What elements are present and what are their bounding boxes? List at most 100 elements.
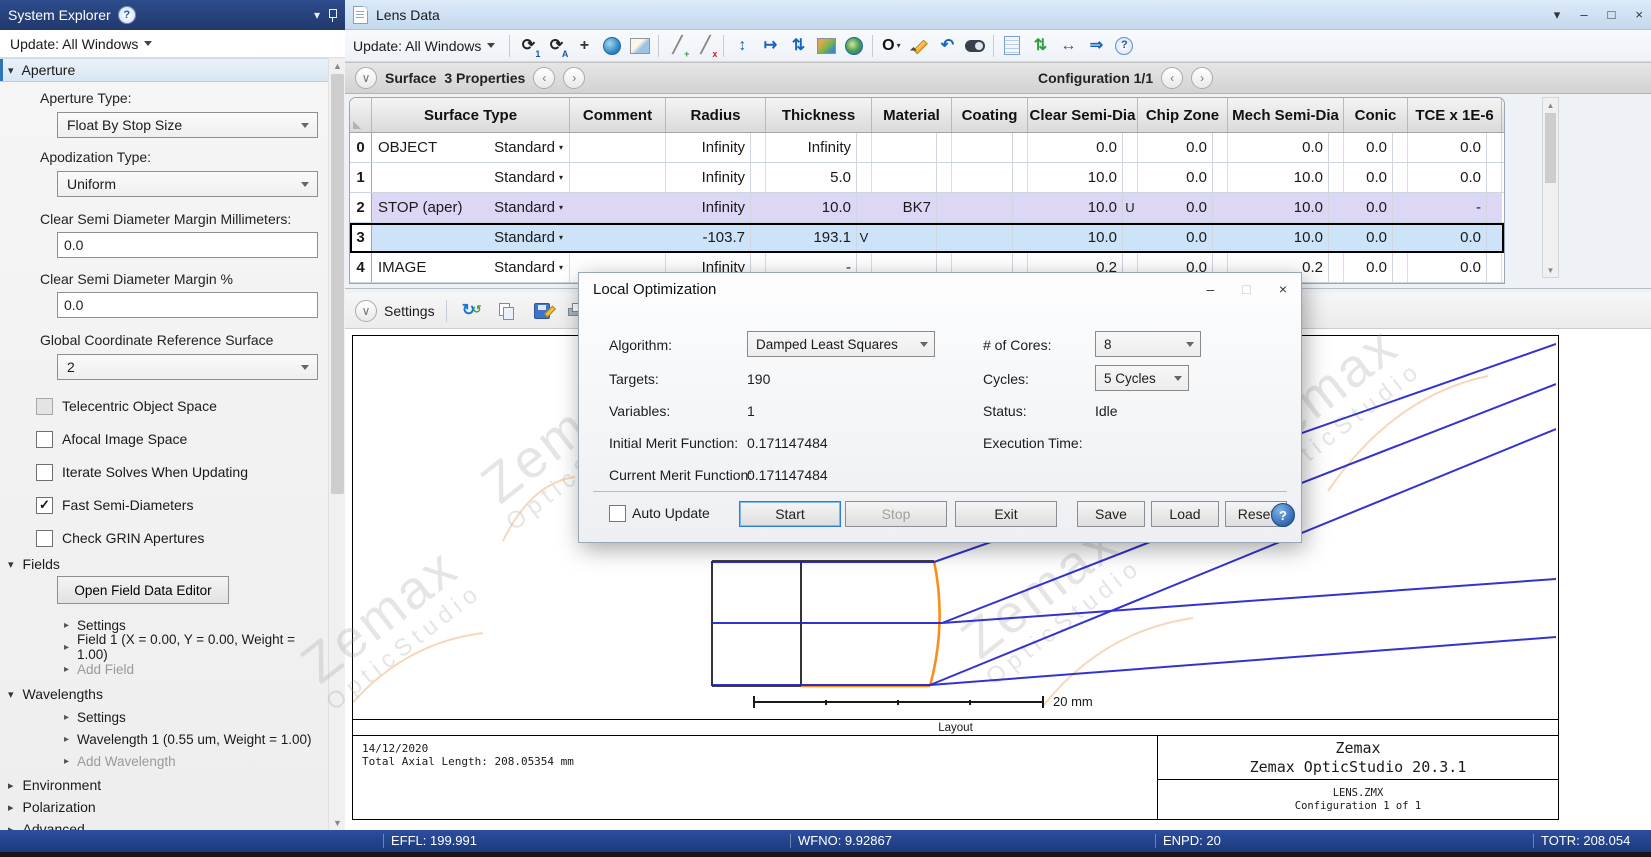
refresh-icon[interactable]: ↻ ↺ (459, 298, 485, 324)
cell-tce[interactable]: 0.0 (1408, 223, 1502, 252)
expand-arrow-icon[interactable]: ▸ (64, 620, 69, 631)
insert-after-icon[interactable]: ↦ (757, 33, 783, 59)
cell-mech[interactable]: 10.0 (1228, 163, 1344, 192)
cell-mech[interactable]: 10.0 (1228, 193, 1344, 222)
surface-type-value[interactable]: Standard (494, 169, 555, 186)
solve-flag[interactable] (1392, 193, 1407, 222)
update-all-icon[interactable]: ⟳ A (543, 33, 569, 59)
cell-clear[interactable]: 0.0 (1028, 133, 1138, 162)
row-number[interactable]: 4 (350, 253, 372, 282)
cell-tce[interactable]: 0.0 (1408, 253, 1502, 282)
expand-arrow-icon[interactable]: ▸ (64, 756, 69, 767)
expand-arrow-icon[interactable]: ▸ (64, 734, 69, 745)
cell-thickness[interactable]: 10.0 (766, 193, 872, 222)
explorer-update-dropdown[interactable]: Update: All Windows (0, 30, 345, 58)
checkbox-icon[interactable] (36, 463, 53, 481)
go-arrow-icon[interactable]: ⇒ (1083, 33, 1109, 59)
tree-item-wavelength-1-0-55-um-weight-1-00[interactable]: ▸ Wavelength 1 (0.55 um, Weight = 1.00) (0, 728, 328, 750)
checkbox-iterate-solves-when-updating[interactable]: Iterate Solves When Updating (36, 462, 248, 482)
expand-arrow-icon[interactable]: ▸ (64, 642, 69, 653)
section-environment[interactable]: ▸ Environment (0, 774, 328, 796)
open-field-data-editor-button[interactable]: Open Field Data Editor (57, 576, 229, 604)
scroll-down-icon[interactable]: ▼ (329, 815, 346, 830)
table-header-radius[interactable]: Radius (666, 98, 766, 132)
surface-type-value[interactable]: Standard (494, 259, 555, 276)
solve-flag[interactable] (1328, 253, 1343, 282)
lens-update-dropdown[interactable]: Update: All Windows (353, 38, 496, 54)
solve-flag[interactable] (936, 193, 951, 222)
coated-globe-icon[interactable] (841, 33, 867, 59)
solve-flag[interactable] (936, 223, 951, 252)
help-icon[interactable]: ? (1111, 33, 1137, 59)
double-arrows-icon[interactable]: ↔ (1055, 33, 1081, 59)
table-row-surface-1[interactable]: 1 Standard ▾ Infinity 5.0 10.0 0.0 10.0 0.0 0.0 (350, 163, 1504, 193)
checkbox-icon[interactable]: ✓ (36, 496, 53, 514)
table-row-surface-2[interactable]: 2 STOP (aper) Standard ▾ Infinity 10.0 BK7 10.0… (350, 193, 1504, 223)
cell-coating[interactable] (952, 133, 1028, 162)
table-row-surface-0[interactable]: 0 OBJECT Standard ▾ Infinity Infinity 0.0 0.0 0.… (350, 133, 1504, 163)
auto-update-checkbox[interactable] (609, 505, 626, 522)
surface-type-value[interactable]: Standard (494, 229, 555, 246)
cores-select[interactable]: 8 (1095, 331, 1201, 357)
solve-flag[interactable] (1486, 193, 1501, 222)
solve-flag[interactable] (1012, 163, 1027, 192)
cell-thickness[interactable]: Infinity (766, 133, 872, 162)
surface-type-value[interactable]: Standard (494, 199, 555, 216)
scrollbar-thumb[interactable] (331, 74, 344, 494)
solve-flag[interactable] (1212, 133, 1227, 162)
tree-item-add-wavelength[interactable]: ▸ Add Wavelength (0, 750, 328, 772)
solve-flag[interactable] (1212, 193, 1227, 222)
aperture-type-select[interactable]: Float By Stop Size (57, 112, 318, 138)
collapse-arrow-icon[interactable]: ▾ (8, 64, 14, 77)
solve-flag[interactable] (936, 163, 951, 192)
table-header-tce-x-1e-6[interactable]: TCE x 1E-6 (1408, 98, 1502, 132)
row-number[interactable]: 1 (350, 163, 372, 192)
section-fields[interactable]: ▾ Fields (8, 556, 60, 572)
cell-radius[interactable]: Infinity (666, 133, 766, 162)
help-icon[interactable]: ? (117, 6, 136, 24)
solve-flag[interactable] (1328, 223, 1343, 252)
globe-icon[interactable] (599, 33, 625, 59)
cell-radius[interactable]: -103.7 (666, 223, 766, 252)
expand-arrow-icon[interactable]: ▸ (8, 779, 14, 792)
collapse-arrow-icon[interactable]: ▾ (8, 558, 14, 571)
move-crosshair-icon[interactable]: + (571, 33, 597, 59)
table-header-material[interactable]: Material (872, 98, 952, 132)
cell-mech[interactable]: 0.0 (1228, 133, 1344, 162)
swap-surfaces-icon[interactable]: ⇅ (785, 33, 811, 59)
sketch-pencil-icon[interactable] (906, 33, 932, 59)
cell-surface-type[interactable]: IMAGE Standard ▾ (372, 253, 570, 282)
cell-material[interactable] (872, 163, 952, 192)
copy-icon[interactable] (494, 298, 520, 324)
pin-icon[interactable] (327, 8, 337, 22)
solve-flag[interactable] (750, 133, 765, 162)
table-header-surface-type[interactable]: Surface Type (372, 98, 570, 132)
cell-clear[interactable]: 10.0 (1028, 163, 1138, 192)
cell-mech[interactable]: 10.0 (1228, 223, 1344, 252)
table-header-mech-semi-dia[interactable]: Mech Semi-Dia (1228, 98, 1344, 132)
layout-settings-label[interactable]: Settings (384, 303, 435, 319)
expand-arrow-icon[interactable]: ▸ (64, 664, 69, 675)
cell-clear[interactable]: 10.0 (1028, 223, 1138, 252)
checkbox-icon[interactable] (36, 529, 53, 547)
relief-map-icon[interactable] (813, 33, 839, 59)
gcrs-select[interactable]: 2 (57, 354, 318, 380)
next-config-icon[interactable]: › (1191, 67, 1214, 89)
solve-flag[interactable] (1012, 133, 1027, 162)
solve-flag[interactable] (856, 193, 871, 222)
table-row-surface-3[interactable]: 3 Standard ▾ -103.7 193.1 V 10.0 0.0 10.0 0.0 0.0 (350, 223, 1504, 253)
cell-conic[interactable]: 0.0 (1344, 223, 1408, 252)
solve-flag[interactable] (1392, 133, 1407, 162)
solve-flag[interactable] (750, 163, 765, 192)
cell-coating[interactable] (952, 193, 1028, 222)
flip-vertical-icon[interactable]: ↕ (729, 33, 755, 59)
cell-material[interactable]: BK7 (872, 193, 952, 222)
row-number[interactable]: 0 (350, 133, 372, 162)
algorithm-select[interactable]: Damped Least Squares (747, 331, 935, 357)
cycles-select[interactable]: 5 Cycles (1095, 365, 1189, 391)
cell-material[interactable] (872, 133, 952, 162)
refresh-pair-icon[interactable]: ⇅ (1027, 33, 1053, 59)
table-header-comment[interactable]: Comment (570, 98, 666, 132)
table-corner-cell[interactable] (350, 98, 372, 132)
scroll-up-icon[interactable]: ▲ (329, 58, 346, 73)
